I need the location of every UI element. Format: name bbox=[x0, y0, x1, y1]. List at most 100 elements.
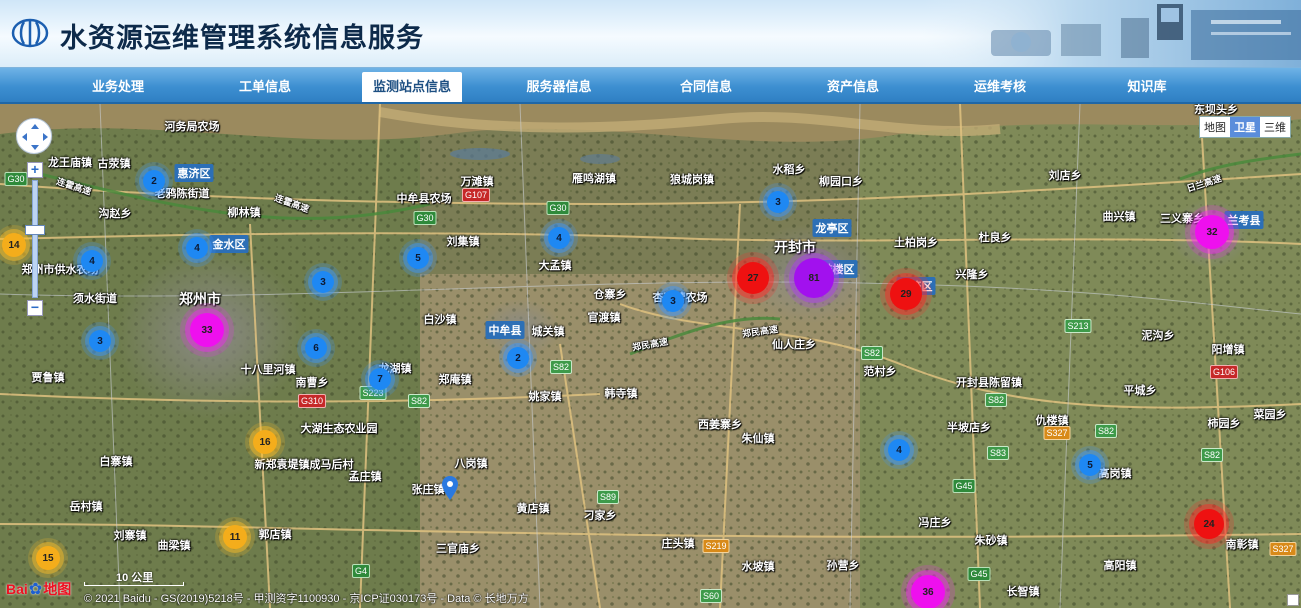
place-label: 杜良乡 bbox=[978, 232, 1012, 244]
station-cluster-marker[interactable]: 6 bbox=[305, 337, 327, 359]
place-label: 刘店乡 bbox=[1048, 170, 1082, 182]
station-cluster-marker[interactable]: 11 bbox=[223, 525, 247, 549]
place-label: 庄头镇 bbox=[661, 538, 695, 550]
station-cluster-marker[interactable]: 5 bbox=[407, 247, 429, 269]
road-marker: S89 bbox=[596, 490, 620, 504]
place-label: 曲梁镇 bbox=[157, 540, 191, 552]
place-label: 韩寺镇 bbox=[604, 388, 638, 400]
station-cluster-marker[interactable]: 15 bbox=[36, 546, 60, 570]
place-label: 孟庄镇 bbox=[348, 471, 382, 483]
header: 水资源运维管理系统信息服务 bbox=[0, 0, 1301, 68]
resize-corner-icon[interactable] bbox=[1287, 594, 1299, 606]
station-cluster-marker[interactable]: 16 bbox=[253, 430, 277, 454]
station-cluster-marker[interactable]: 7 bbox=[369, 368, 391, 390]
place-label: 贾鲁镇 bbox=[31, 372, 65, 384]
place-label: 南彰镇 bbox=[1225, 539, 1259, 551]
baidu-logo-suffix: 地图 bbox=[43, 581, 72, 597]
paw-icon: ✿ bbox=[28, 581, 43, 598]
road-marker: G310 bbox=[297, 394, 327, 408]
place-label: 西姜寨乡 bbox=[698, 419, 742, 431]
place-label: 南曹乡 bbox=[295, 377, 329, 389]
place-label: 城关镇 bbox=[531, 326, 565, 338]
place-label: 泥沟乡 bbox=[1141, 330, 1175, 342]
nav-item-monitoring-stations[interactable]: 监测站点信息 bbox=[362, 72, 462, 102]
place-label: 三官庙乡 bbox=[436, 543, 480, 555]
baidu-map-logo[interactable]: Bai ✿ 地图 bbox=[6, 575, 71, 603]
location-pin-icon[interactable] bbox=[442, 476, 458, 500]
pan-control[interactable] bbox=[16, 118, 52, 154]
satellite-map[interactable]: 惠济区 金水区 龙亭区 中牟县 鼓楼区 祥符区 兰考县 河务局农场 古荥镇 老鸦… bbox=[0, 104, 1301, 608]
place-label: 狼城岗镇 bbox=[670, 174, 714, 186]
place-label: 柿园乡 bbox=[1207, 418, 1241, 430]
place-label: 大湖生态农业园 bbox=[300, 423, 378, 435]
station-cluster-marker[interactable]: 14 bbox=[2, 233, 26, 257]
place-label: 开封市 bbox=[774, 239, 816, 255]
road-marker: S327 bbox=[1269, 542, 1297, 556]
zoom-out-button[interactable]: − bbox=[27, 300, 43, 316]
road-marker: S82 bbox=[549, 360, 573, 374]
place-label: 张庄镇 bbox=[411, 484, 445, 496]
place-label: 土柏岗乡 bbox=[894, 237, 938, 249]
station-cluster-marker[interactable]: 33 bbox=[190, 313, 224, 347]
nav-item-business[interactable]: 业务处理 bbox=[68, 72, 168, 102]
main-nav: 业务处理 工单信息 监测站点信息 服务器信息 合同信息 资产信息 运维考核 知识… bbox=[0, 68, 1301, 104]
place-label: 古荥镇 bbox=[97, 158, 131, 170]
place-label: 河务局农场 bbox=[164, 121, 220, 133]
place-label: 朱砂镇 bbox=[974, 535, 1008, 547]
station-cluster-marker[interactable]: 4 bbox=[888, 439, 910, 461]
road-marker: S60 bbox=[699, 589, 723, 603]
place-label: 孙营乡 bbox=[826, 560, 860, 572]
district-label: 金水区 bbox=[209, 235, 249, 253]
scale-bar bbox=[84, 582, 184, 586]
station-cluster-marker[interactable]: 2 bbox=[143, 170, 165, 192]
place-label: 八岗镇 bbox=[454, 458, 488, 470]
nav-item-servers[interactable]: 服务器信息 bbox=[509, 72, 609, 102]
station-cluster-marker[interactable]: 27 bbox=[737, 262, 769, 294]
station-cluster-marker[interactable]: 3 bbox=[767, 191, 789, 213]
zoom-in-button[interactable]: + bbox=[27, 162, 43, 178]
station-cluster-marker[interactable]: 3 bbox=[89, 330, 111, 352]
station-cluster-marker[interactable]: 4 bbox=[81, 250, 103, 272]
nav-item-assessment[interactable]: 运维考核 bbox=[950, 72, 1050, 102]
place-label: 黄店镇 bbox=[516, 503, 550, 515]
road-marker: G4 bbox=[351, 564, 371, 578]
road-marker: S213 bbox=[1064, 319, 1092, 333]
road-marker: G30 bbox=[413, 211, 437, 225]
zoom-slider-handle[interactable] bbox=[25, 225, 45, 235]
station-cluster-marker[interactable]: 4 bbox=[186, 237, 208, 259]
road-marker: S327 bbox=[1043, 426, 1071, 440]
station-cluster-marker[interactable]: 24 bbox=[1194, 509, 1224, 539]
zoom-slider-track[interactable] bbox=[32, 180, 38, 298]
app-window: 水资源运维管理系统信息服务 业务处理 工单信息 监测站点信息 服务器信息 合同信… bbox=[0, 0, 1301, 608]
place-label: 白沙镇 bbox=[423, 314, 457, 326]
nav-item-work-orders[interactable]: 工单信息 bbox=[215, 72, 315, 102]
station-cluster-marker[interactable]: 29 bbox=[890, 278, 922, 310]
station-cluster-marker[interactable]: 4 bbox=[548, 227, 570, 249]
nav-item-assets[interactable]: 资产信息 bbox=[803, 72, 903, 102]
station-cluster-marker[interactable]: 36 bbox=[911, 575, 945, 608]
road-marker: G107 bbox=[461, 188, 491, 202]
map-type-map-button[interactable]: 地图 bbox=[1200, 117, 1230, 137]
road-marker: G30 bbox=[546, 201, 570, 215]
station-cluster-marker[interactable]: 2 bbox=[507, 347, 529, 369]
nav-item-contracts[interactable]: 合同信息 bbox=[656, 72, 756, 102]
place-label: 官渡镇 bbox=[587, 312, 621, 324]
map-type-switcher: 地图 卫星 三维 bbox=[1199, 116, 1291, 138]
map-type-3d-button[interactable]: 三维 bbox=[1260, 117, 1290, 137]
road-marker: S82 bbox=[1094, 424, 1118, 438]
road-marker: G30 bbox=[4, 172, 28, 186]
nav-item-knowledge-base[interactable]: 知识库 bbox=[1097, 72, 1197, 102]
place-label: 新郑袁堤镇成马后村 bbox=[254, 459, 354, 471]
station-cluster-marker[interactable]: 32 bbox=[1195, 215, 1229, 249]
place-label: 姚家镇 bbox=[528, 391, 562, 403]
place-label: 阳增镇 bbox=[1211, 344, 1245, 356]
place-label: 大孟镇 bbox=[538, 260, 572, 272]
map-type-satellite-button[interactable]: 卫星 bbox=[1230, 117, 1260, 137]
station-cluster-marker[interactable]: 3 bbox=[662, 290, 684, 312]
place-label: 刘集镇 bbox=[446, 236, 480, 248]
district-label: 惠济区 bbox=[174, 164, 214, 182]
place-label: 兴隆乡 bbox=[955, 269, 989, 281]
station-cluster-marker[interactable]: 5 bbox=[1079, 454, 1101, 476]
station-cluster-marker[interactable]: 3 bbox=[312, 271, 334, 293]
station-cluster-marker[interactable]: 81 bbox=[794, 258, 834, 298]
